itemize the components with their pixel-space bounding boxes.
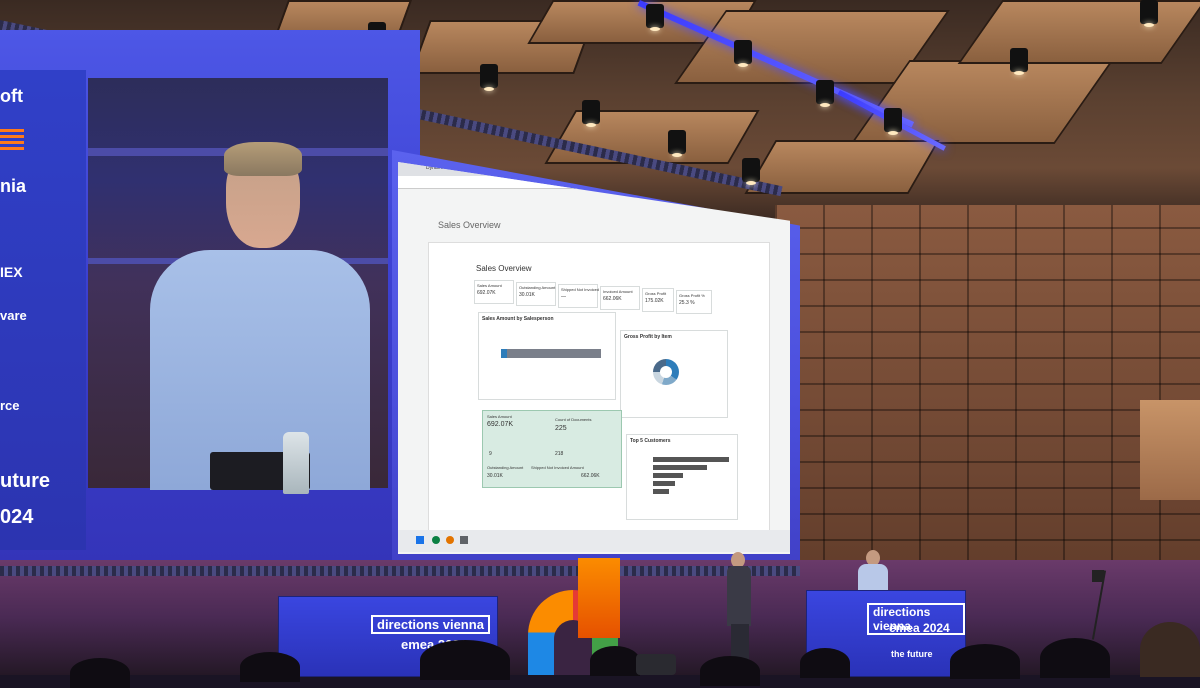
ceiling-panel	[544, 110, 760, 164]
podium-logo-line1: directions vienna	[371, 615, 490, 634]
kpi-value: 25.3 %	[679, 300, 695, 306]
sponsor-logo: nia	[0, 176, 27, 196]
customer-bar	[653, 481, 675, 486]
seated-person-body	[858, 564, 888, 592]
kpi-card: Invoiced Amount 662.06K	[600, 286, 640, 310]
stage-light	[582, 100, 600, 127]
kpi-label: Invoiced Amount	[603, 289, 633, 294]
kpi-card: Gross Profit % 25.3 %	[676, 290, 712, 314]
audience-head	[800, 648, 850, 678]
start-icon[interactable]	[416, 536, 424, 544]
audience-head	[70, 658, 130, 688]
chart-title: Top 5 Customers	[630, 438, 671, 444]
audience-head	[950, 644, 1020, 679]
audience-head	[700, 656, 760, 686]
stage-light	[646, 4, 664, 31]
kpi-value: 175.02K	[645, 298, 664, 304]
kpi-card: Outstanding Amount 30.01K	[516, 282, 556, 306]
tile-label: Shipped Not Invoiced Amount	[531, 465, 584, 470]
stage-light	[884, 108, 902, 135]
tile-value: 30.01K	[487, 473, 503, 479]
page-title: Sales Overview	[438, 220, 501, 230]
sponsor-logo: vare	[0, 308, 27, 323]
kpi-value: 30.01K	[519, 292, 535, 298]
sponsor-logo: IEX	[0, 264, 23, 280]
directions-logo-stem	[578, 558, 620, 638]
customer-bar	[653, 489, 669, 494]
customer-bar	[653, 465, 707, 470]
customer-bar	[653, 457, 729, 462]
app-window: Dynamics 365 Business Central Sales Over…	[398, 162, 790, 554]
stage-light	[734, 40, 752, 67]
app-icon[interactable]	[432, 536, 440, 544]
app-icon[interactable]	[460, 536, 468, 544]
audience-head	[420, 640, 510, 680]
tile-value: 225	[555, 425, 567, 432]
podium-logo-line2: emea 2024	[889, 621, 950, 635]
presenter-body	[727, 566, 751, 626]
water-bottle	[283, 432, 309, 494]
balcony	[1140, 400, 1200, 500]
stage-light	[1140, 0, 1158, 27]
tagline: uture	[0, 470, 50, 492]
sponsor-logo: rce	[0, 398, 20, 413]
donut-chart	[653, 359, 679, 385]
kpi-value: 662.06K	[603, 296, 622, 302]
chart-title: Gross Profit by Item	[624, 334, 672, 340]
tile-value: 692.07K	[487, 421, 514, 428]
salesperson-chart: Sales Amount by Salesperson	[478, 312, 616, 400]
presenter-legs	[731, 624, 749, 660]
audience-head	[240, 652, 300, 682]
camera	[1092, 570, 1104, 582]
tile-label: Count of Documents	[555, 417, 592, 422]
tagline-year: 024	[0, 506, 34, 528]
kpi-card: Shipped Not Invoiced —	[558, 284, 600, 308]
report-heading: Sales Overview	[476, 264, 532, 273]
audience-head	[590, 646, 640, 676]
kpi-label: Shipped Not Invoiced	[561, 287, 600, 292]
kpi-card: Gross Profit 175.02K	[642, 288, 674, 312]
windows-taskbar	[398, 530, 790, 552]
kpi-card: Sales Amount 692.07K	[474, 280, 514, 304]
top-customers-chart: Top 5 Customers	[626, 434, 738, 520]
stage-light	[668, 130, 686, 157]
tile-label: Sales Amount	[487, 414, 512, 419]
sponsor-logo: oft	[0, 86, 23, 106]
kpi-label: Gross Profit	[645, 291, 667, 296]
chart-bar	[501, 349, 601, 358]
kpi-value: —	[561, 294, 566, 300]
tile-value: 9	[489, 451, 492, 457]
stage-light	[816, 80, 834, 107]
app-icon[interactable]	[446, 536, 454, 544]
speaker-hair	[224, 142, 302, 176]
sponsor-logo-icon	[0, 128, 24, 150]
item-profit-chart: Gross Profit by Item	[620, 330, 728, 418]
stage-light	[1010, 48, 1028, 75]
tile-value: 218	[555, 451, 564, 457]
customer-bar	[653, 473, 683, 478]
audience-head	[1040, 638, 1110, 678]
kpi-label: Sales Amount	[477, 283, 502, 288]
tile-label: Outstanding Amount	[487, 465, 524, 470]
phone	[636, 654, 676, 675]
chart-title: Sales Amount by Salesperson	[482, 316, 554, 322]
kpi-label: Outstanding Amount	[519, 285, 556, 290]
stage-light	[480, 64, 498, 91]
kpi-label: Gross Profit %	[679, 293, 705, 298]
stage-light	[742, 158, 760, 185]
screen-truss	[0, 566, 800, 576]
sales-summary-tile: Sales Amount 692.07K Count of Documents …	[482, 410, 622, 488]
kpi-value: 692.07K	[477, 290, 496, 296]
chart-bar-segment	[501, 349, 507, 358]
audience-head	[1140, 622, 1200, 677]
tile-value: 662.06K	[581, 473, 600, 479]
podium-tagline: the future	[891, 649, 933, 659]
